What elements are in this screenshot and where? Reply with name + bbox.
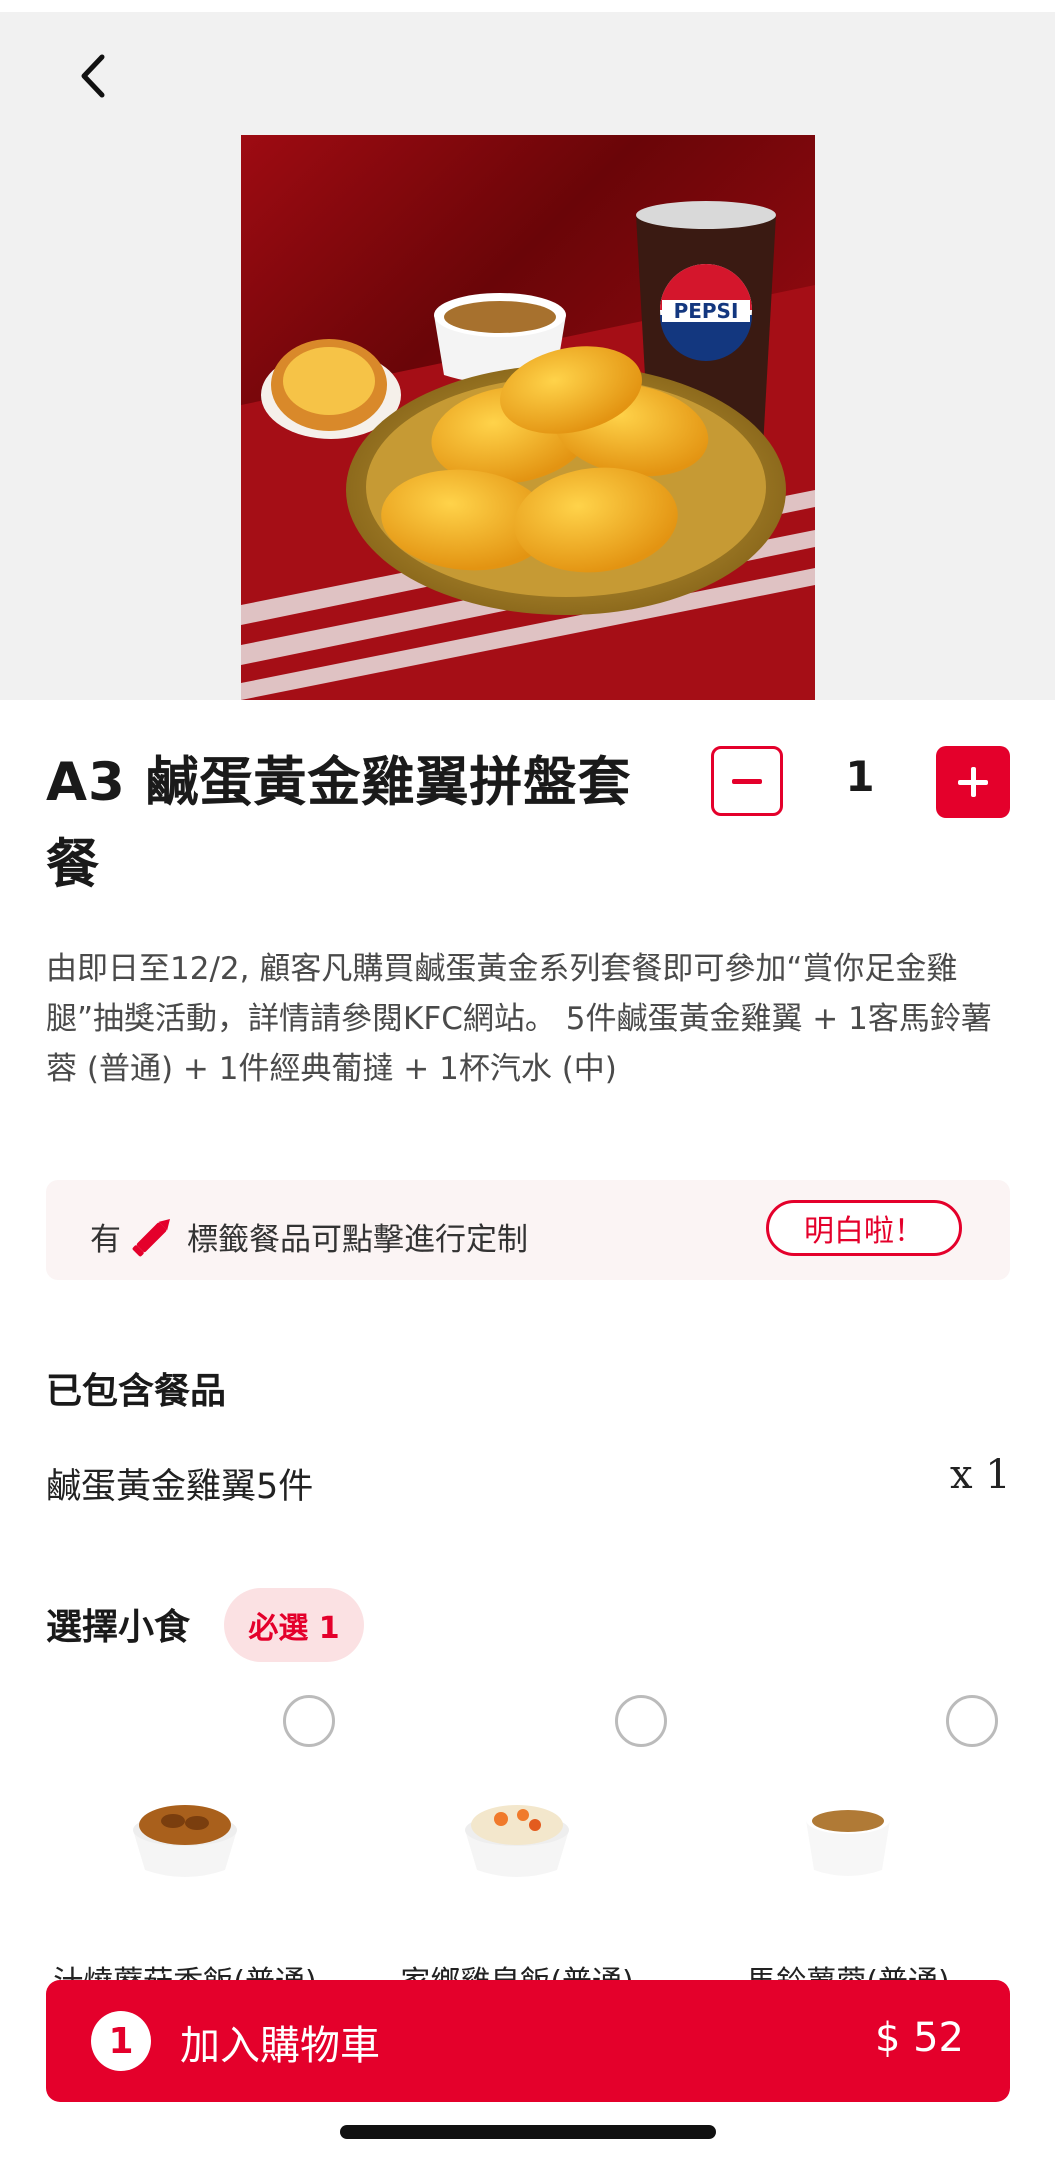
product-title: A3 鹹蛋黃金雞翼拼盤套餐 [46, 752, 632, 895]
included-item-qty: x 1 [950, 1452, 1011, 1498]
back-button[interactable] [62, 46, 122, 106]
included-item-name: 鹹蛋黃金雞翼5件 [46, 1467, 314, 1507]
snack-section-heading: 選擇小食 [46, 1607, 191, 1648]
got-it-button[interactable]: 明白啦！ [766, 1200, 962, 1256]
product-description: 由即日至12/2, 顧客凡購買鹹蛋黃金系列套餐即可參加“賞你足金雞腿”抽獎活動，… [46, 951, 992, 1087]
radio-button[interactable] [615, 1695, 667, 1747]
decrease-quantity-button[interactable] [711, 746, 783, 816]
chevron-left-icon [81, 54, 105, 98]
radio-button[interactable] [946, 1695, 998, 1747]
chicken-rice-image [465, 1805, 569, 1877]
cart-count-badge: 1 [91, 2011, 151, 2071]
snack-option[interactable]: 馬鈴薯蓉(普通) [698, 1695, 998, 2000]
pencil-icon [132, 1219, 170, 1257]
tip-prefix: 有 [90, 1221, 121, 1258]
customize-tip-banner: 有 標籤餐品可點擊進行定制 明白啦！ [46, 1180, 1010, 1280]
quantity-value: 1 [845, 752, 875, 801]
radio-button[interactable] [283, 1695, 335, 1747]
product-image: PEPSI [241, 135, 815, 700]
mushroom-rice-image [133, 1805, 237, 1877]
cart-price: $ 52 [874, 2015, 964, 2061]
mashed-potato-image [806, 1806, 890, 1876]
increase-quantity-button[interactable] [936, 746, 1010, 818]
included-items-heading: 已包含餐品 [46, 1371, 227, 1412]
minus-icon [732, 778, 762, 784]
add-to-cart-label: 加入購物車 [180, 2023, 380, 2069]
tip-text: 標籤餐品可點擊進行定制 [187, 1221, 528, 1258]
home-indicator[interactable] [340, 2125, 716, 2139]
pepsi-logo-text: PEPSI [674, 299, 739, 323]
add-to-cart-button[interactable]: 1 加入購物車 $ 52 [46, 1980, 1010, 2102]
snack-option[interactable]: 家鄉雞皇飯(普通) [367, 1695, 667, 2000]
snack-option[interactable]: 汁燒蘑菇香飯(普通) [35, 1695, 335, 2000]
required-badge: 必選 1 [224, 1588, 364, 1662]
